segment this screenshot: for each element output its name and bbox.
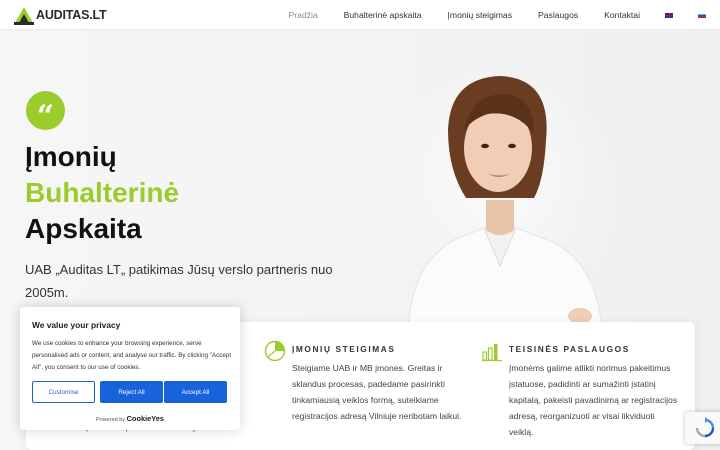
nav-item-accounting[interactable]: Buhalterinė apskaita bbox=[344, 10, 422, 20]
hero-title-line2: Buhalterinė bbox=[25, 177, 180, 208]
nav-item-home[interactable]: Pradžia bbox=[289, 10, 318, 20]
service-legal-text: Įmonėms galime atlikti norimus pakeitimu… bbox=[509, 363, 678, 437]
powered-by: Powered by CookieYes bbox=[20, 414, 240, 423]
site-header: AUDITAS.LT Pradžia Buhalterinė apskaita … bbox=[0, 0, 720, 30]
hero-title-line1: Įmonių bbox=[25, 141, 117, 172]
language-ru-flag-icon[interactable] bbox=[698, 12, 706, 18]
hero-person-image bbox=[388, 70, 618, 330]
logo-text: AUDITAS.LT bbox=[36, 8, 107, 22]
cookieyes-brand[interactable]: CookieYes bbox=[127, 414, 164, 423]
cookie-title: We value your privacy bbox=[32, 320, 121, 330]
recaptcha-badge[interactable] bbox=[685, 412, 720, 444]
customise-button[interactable]: Customise bbox=[32, 381, 95, 403]
cookie-consent-banner: We value your privacy We use cookies to … bbox=[20, 307, 240, 430]
powered-by-label: Powered by bbox=[96, 417, 126, 423]
language-en-flag-icon[interactable] bbox=[665, 12, 673, 18]
hero-title: Įmonių Buhalterinė Apskaita bbox=[25, 139, 179, 247]
nav-item-company-setup[interactable]: Įmonių steigimas bbox=[448, 10, 512, 20]
recaptcha-icon bbox=[695, 417, 715, 438]
hero-title-line3: Apskaita bbox=[25, 213, 142, 244]
nav-item-services[interactable]: Paslaugos bbox=[538, 10, 578, 20]
bar-chart-icon bbox=[482, 344, 502, 362]
accept-all-button[interactable]: Accept All bbox=[164, 381, 227, 403]
hero-subtitle: UAB „Auditas LT„ patikimas Jūsų verslo p… bbox=[25, 262, 333, 300]
logo-icon bbox=[14, 7, 34, 25]
service-company-setup-title: ĮMONIŲ STEIGIMAS bbox=[292, 344, 396, 354]
service-company-setup-text: Steigiame UAB ir MB įmones. Greitas ir s… bbox=[292, 363, 462, 421]
quote-icon: “ bbox=[26, 91, 65, 131]
cookie-text: We use cookies to enhance your browsing … bbox=[32, 340, 232, 371]
main-nav: Pradžia Buhalterinė apskaita Įmonių stei… bbox=[263, 0, 706, 30]
nav-item-contacts[interactable]: Kontaktai bbox=[604, 10, 640, 20]
pie-chart-icon bbox=[264, 340, 286, 362]
logo[interactable]: AUDITAS.LT bbox=[14, 5, 107, 25]
service-legal-title: TEISINĖS PASLAUGOS bbox=[509, 344, 630, 354]
reject-all-button[interactable]: Reject All bbox=[100, 381, 163, 403]
